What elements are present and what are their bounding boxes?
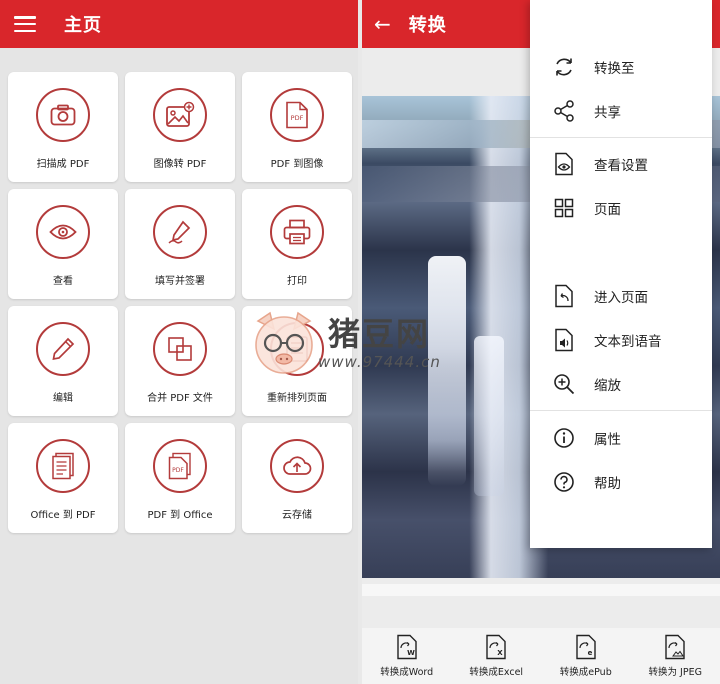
convert-action-label: 转换为 JPEG [648, 667, 702, 678]
tool-tile-pdf-to-office[interactable]: PDF PDF 到 Office [125, 423, 235, 533]
menu-divider [530, 137, 712, 138]
view-settings-icon [552, 152, 576, 176]
pdf-badge-text: PDF [172, 467, 184, 474]
menu-item-view-settings[interactable]: 查看设置 [530, 146, 712, 182]
cloud-upload-icon [270, 439, 324, 493]
help-icon [552, 470, 576, 494]
pdf-file-icon: PDF [270, 88, 324, 142]
convert-sync-icon [552, 55, 576, 79]
menu-item-label: 文本到语音 [594, 334, 662, 350]
reorder-pages-icon [270, 322, 324, 376]
preview-footer-strip [362, 584, 720, 596]
convert-to-epub-button[interactable]: e 转换成ePub [546, 634, 626, 678]
tool-tile-fill-and-sign[interactable]: 填写并签署 [125, 189, 235, 299]
menu-item-label: 属性 [594, 432, 621, 448]
merge-squares-icon [153, 322, 207, 376]
menu-divider [530, 410, 712, 411]
tool-tile-label: 合并 PDF 文件 [147, 393, 213, 404]
page-title: 主页 [64, 15, 102, 36]
tool-tile-label: 扫描成 PDF [36, 159, 90, 170]
tool-tile-label: PDF 到 Office [147, 510, 213, 521]
tool-tile-label: 打印 [287, 276, 307, 287]
menu-item-label: 查看设置 [594, 158, 648, 174]
menu-item-label: 共享 [594, 105, 621, 121]
convert-epub-icon: e [576, 634, 596, 660]
eye-icon [36, 205, 90, 259]
menu-item-convert-to[interactable]: 转换至 [530, 49, 712, 85]
menu-item-share[interactable]: 共享 [530, 93, 712, 129]
tool-tile-print[interactable]: 打印 [242, 189, 352, 299]
convert-to-jpeg-button[interactable]: 转换为 JPEG [635, 634, 715, 678]
convert-jpeg-icon [665, 634, 685, 660]
convert-bottom-bar: W 转换成Word X 转换成Excel e 转换成ePub 转换为 JPEG [362, 628, 720, 684]
convert-action-label: 转换成Word [380, 667, 434, 678]
tool-grid: 扫描成 PDF 图像转 PDF PDF PDF 到图像 查看 填写并签署 打印 … [8, 72, 352, 533]
pdf-badge-text: PDF [291, 114, 304, 122]
tool-tile-reorder-pages[interactable]: 重新排列页面 [242, 306, 352, 416]
menu-item-help[interactable]: 帮助 [530, 464, 712, 500]
share-icon [552, 99, 576, 123]
tool-tile-label: Office 到 PDF [30, 510, 96, 521]
tool-tile-view[interactable]: 查看 [8, 189, 118, 299]
excel-letter: X [498, 649, 504, 657]
convert-word-icon: W [397, 634, 417, 660]
overflow-menu: 转换至 共享 查看设置 页面 进入页面 文本到语音 缩放 属性 帮助 [530, 0, 712, 548]
tool-tile-label: 云存储 [282, 510, 312, 521]
pdf-stack-icon: PDF [153, 439, 207, 493]
menu-item-text-to-speech[interactable]: 文本到语音 [530, 322, 712, 358]
tool-tile-label: 图像转 PDF [153, 159, 207, 170]
printer-icon [270, 205, 324, 259]
convert-to-excel-button[interactable]: X 转换成Excel [456, 634, 536, 678]
convert-screen: ← 转换 W 转换成Word X 转换成Excel e 转换成ePub 转换为 … [362, 0, 720, 684]
convert-action-label: 转换成Excel [469, 667, 524, 678]
tool-tile-label: PDF 到图像 [270, 159, 324, 170]
word-letter: W [407, 649, 415, 657]
menu-item-go-to-page[interactable]: 进入页面 [530, 278, 712, 314]
tool-tile-pdf-to-image[interactable]: PDF PDF 到图像 [242, 72, 352, 182]
tool-tile-label: 编辑 [53, 393, 73, 404]
tool-tile-cloud-storage[interactable]: 云存储 [242, 423, 352, 533]
tool-tile-office-to-pdf[interactable]: Office 到 PDF [8, 423, 118, 533]
pencil-icon [36, 322, 90, 376]
tool-tile-label: 填写并签署 [155, 276, 205, 287]
screenshot-root: 主页 扫描成 PDF 图像转 PDF PDF PDF 到图像 查看 填写并签署 … [0, 0, 720, 684]
info-icon [552, 426, 576, 450]
text-to-speech-icon [552, 328, 576, 352]
back-arrow-icon[interactable]: ← [374, 12, 391, 36]
camera-icon [36, 88, 90, 142]
page-title: 转换 [408, 15, 447, 36]
tool-tile-merge-pdf[interactable]: 合并 PDF 文件 [125, 306, 235, 416]
menu-item-label: 转换至 [594, 61, 635, 77]
tool-tile-edit[interactable]: 编辑 [8, 306, 118, 416]
tool-tile-label: 重新排列页面 [267, 393, 327, 404]
convert-to-word-button[interactable]: W 转换成Word [367, 634, 447, 678]
zoom-in-icon [552, 372, 576, 396]
home-app-bar: 主页 [0, 0, 358, 48]
tool-tile-label: 查看 [53, 276, 73, 287]
goto-page-icon [552, 284, 576, 308]
menu-item-label: 页面 [594, 202, 621, 218]
menu-item-label: 进入页面 [594, 290, 648, 306]
menu-item-label: 帮助 [594, 476, 621, 492]
pages-grid-icon [552, 196, 576, 220]
document-lines-icon [36, 439, 90, 493]
tool-tile-scan-to-pdf[interactable]: 扫描成 PDF [8, 72, 118, 182]
menu-item-zoom[interactable]: 缩放 [530, 366, 712, 402]
signature-pen-icon [153, 205, 207, 259]
tool-tile-image-to-pdf[interactable]: 图像转 PDF [125, 72, 235, 182]
image-add-icon [153, 88, 207, 142]
menu-item-pages[interactable]: 页面 [530, 190, 712, 226]
menu-item-properties[interactable]: 属性 [530, 420, 712, 456]
menu-item-label: 缩放 [594, 378, 621, 394]
home-screen: 主页 扫描成 PDF 图像转 PDF PDF PDF 到图像 查看 填写并签署 … [0, 0, 358, 684]
convert-excel-icon: X [486, 634, 506, 660]
convert-action-label: 转换成ePub [559, 667, 612, 678]
menu-hamburger-icon[interactable] [14, 16, 36, 32]
epub-letter: e [587, 649, 592, 657]
